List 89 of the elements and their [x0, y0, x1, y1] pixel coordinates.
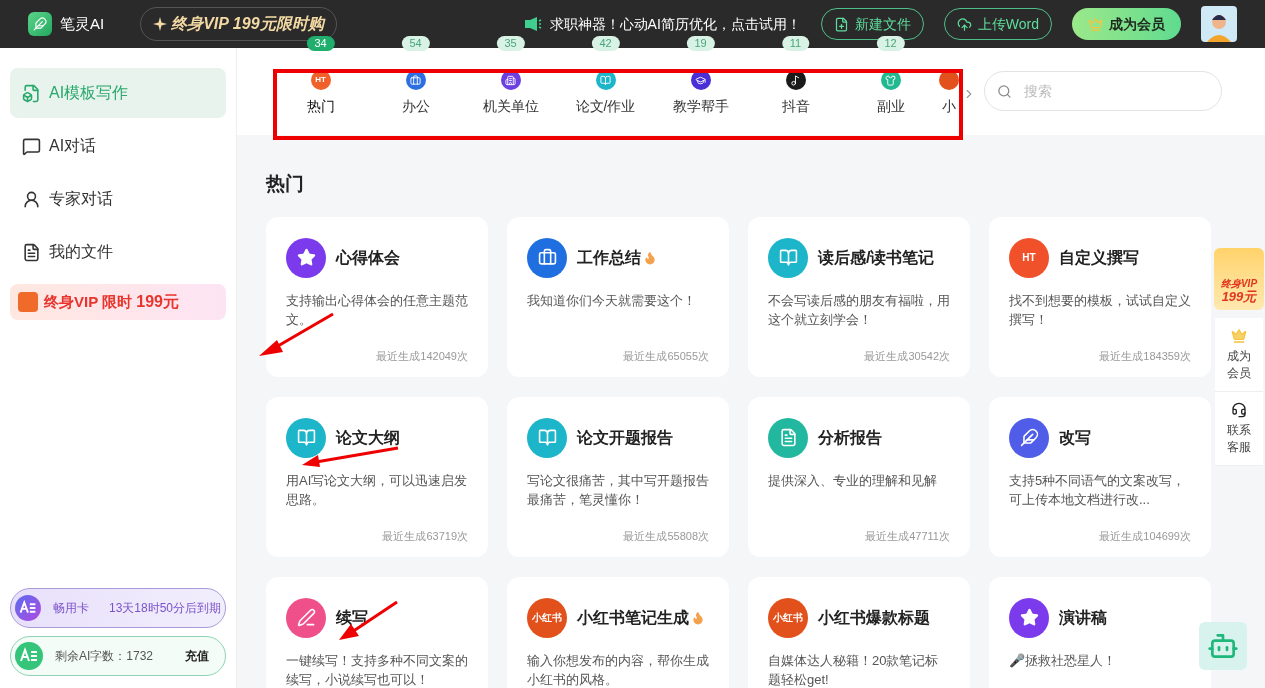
template-card[interactable]: 工作总结 我知道你们今天就需要这个！ 最近生成65055次	[507, 216, 729, 377]
usage-count: 最近生成47711次	[865, 529, 950, 544]
card-title: 自定义撰写	[1059, 247, 1139, 268]
template-card[interactable]: HT 自定义撰写 找不到想要的模板，试试自定义撰写！ 最近生成184359次	[989, 216, 1211, 377]
search-icon	[997, 82, 1012, 100]
template-card[interactable]: 论文大纲 用AI写论文大纲，可以迅速启发思路。 最近生成63719次	[266, 396, 488, 557]
search-input[interactable]: 搜索	[1023, 80, 1209, 102]
vip-gift-badge[interactable]: 终身VIP 199元	[1214, 248, 1264, 310]
card-title: 工作总结	[577, 247, 641, 268]
count-badge: 35	[496, 36, 525, 51]
card-description: 自媒体达人秘籍！20款笔记标题轻松get!	[768, 651, 940, 688]
brand-name: 笔灵AI	[60, 13, 105, 34]
usage-count: 最近生成63719次	[382, 529, 468, 544]
card-title: 演讲稿	[1059, 607, 1107, 628]
gift-icon	[18, 292, 38, 312]
card-description: 支持5种不同语气的文案改写，可上传本地文档进行改...	[1009, 471, 1187, 509]
card-description: 提供深入、专业的理解和见解	[768, 471, 938, 490]
template-logo-icon: 小红书	[527, 597, 567, 638]
card-title: 小红书爆款标题	[818, 607, 930, 628]
usage-count: 最近生成184359次	[1099, 349, 1191, 364]
recharge-link[interactable]: 充值	[185, 647, 209, 665]
logo-icon	[28, 12, 52, 36]
card-description: 我知道你们今天就需要这个！	[527, 291, 697, 310]
template-card[interactable]: 分析报告 提供深入、专业的理解和见解 最近生成47711次	[748, 396, 970, 557]
card-description: 写论文很痛苦，其中写开题报告最痛苦，笔灵懂你！	[527, 471, 709, 509]
card-description: 一键续写！支持多种不同文案的续写，小说续写也可以！	[286, 651, 468, 688]
file-plus-icon	[833, 16, 849, 32]
usage-count: 最近生成55808次	[623, 529, 709, 544]
template-logo-icon: 小红书	[768, 597, 808, 638]
count-badge: 54	[401, 36, 430, 51]
card-title: 论文开题报告	[577, 427, 673, 448]
card-description: 输入你想发布的内容，帮你生成小红书的风格。	[527, 651, 709, 688]
count-badge: 19	[686, 36, 715, 51]
person-icon	[22, 189, 41, 209]
template-icon	[22, 83, 41, 103]
card-title: 改写	[1059, 427, 1091, 448]
usage-count: 最近生成142049次	[376, 349, 468, 364]
usage-count: 最近生成65055次	[623, 349, 709, 364]
pass-expiry: 13天18时50分后到期	[108, 600, 221, 617]
template-card[interactable]: 演讲稿 🎤拯救社恐星人！	[989, 576, 1211, 688]
card-description: 不会写读后感的朋友有福啦，用这个就立刻学会！	[768, 291, 950, 329]
card-title: 论文大纲	[336, 427, 400, 448]
card-title: 心得体会	[336, 247, 400, 268]
sidebar-item[interactable]: 我的文件	[10, 227, 226, 277]
count-badge: 34	[306, 36, 335, 51]
count-badge: 11	[781, 36, 810, 51]
section-title: 热门	[266, 172, 305, 196]
notice-text[interactable]: 求职神器！心动AI简历优化，点击试用！	[549, 13, 801, 35]
vip-promo-text: 终身VIP 限时 199元	[44, 292, 179, 312]
annotation-arrow	[337, 600, 399, 642]
count-badge: 12	[876, 36, 905, 51]
template-card[interactable]: 改写 支持5种不同语气的文案改写，可上传本地文档进行改... 最近生成104699次	[989, 396, 1211, 557]
sparkle-icon	[153, 17, 168, 31]
vip-promo[interactable]: 终身VIP 限时 199元	[10, 284, 226, 320]
card-description: 🎤拯救社恐星人！	[1009, 651, 1117, 670]
megaphone-icon	[523, 16, 542, 32]
pass-card[interactable]: 畅用卡 13天18时50分后到期	[10, 588, 226, 628]
template-card[interactable]: 论文开题报告 写论文很痛苦，其中写开题报告最痛苦，笔灵懂你！ 最近生成55808次	[507, 396, 729, 557]
membership-button[interactable]: 成为会员	[1072, 8, 1181, 40]
template-card[interactable]: 读后感/读书笔记 不会写读后感的朋友有福啦，用这个就立刻学会！ 最近生成30542次	[748, 216, 970, 377]
crown-icon	[1088, 16, 1103, 32]
template-card[interactable]: 小红书 小红书笔记生成 输入你想发布的内容，帮你生成小红书的风格。	[507, 576, 729, 688]
template-card[interactable]: 心得体会 支持输出心得体会的任意主题范文。 最近生成142049次	[266, 216, 488, 377]
sidebar-item[interactable]: AI对话	[10, 121, 226, 171]
template-logo-icon: HT	[1009, 237, 1049, 278]
usage-count: 最近生成30542次	[864, 349, 950, 364]
usage-count: 最近生成104699次	[1099, 529, 1191, 544]
count-badge: 42	[591, 36, 620, 51]
ai-badge-icon	[15, 642, 43, 670]
card-description: 用AI写论文大纲，可以迅速启发思路。	[286, 471, 468, 509]
card-description: 找不到想要的模板，试试自定义撰写！	[1009, 291, 1191, 329]
card-title: 小红书笔记生成	[577, 607, 689, 628]
floating-item[interactable]: 成为会员	[1215, 318, 1263, 392]
headset-icon	[1231, 401, 1247, 418]
crown-icon	[1231, 327, 1247, 344]
card-title: 分析报告	[818, 427, 882, 448]
word-balance: 剩余AI字数：1732	[55, 648, 154, 665]
ai-badge-icon	[15, 594, 41, 622]
pass-name: 畅用卡	[52, 600, 89, 617]
template-card[interactable]: 小红书 小红书爆款标题 自媒体达人秘籍！20款笔记标题轻松get!	[748, 576, 970, 688]
chat-icon	[22, 136, 41, 156]
category-tab[interactable]: 小	[938, 70, 960, 117]
avatar[interactable]	[1201, 6, 1237, 42]
document-icon	[22, 242, 41, 262]
sidebar-item[interactable]: 专家对话	[10, 174, 226, 224]
card-description: 支持输出心得体会的任意主题范文。	[286, 291, 468, 329]
floating-item[interactable]: 联系客服	[1215, 392, 1263, 466]
card-title: 读后感/读书笔记	[818, 247, 935, 268]
cloud-upload-icon	[956, 16, 972, 32]
